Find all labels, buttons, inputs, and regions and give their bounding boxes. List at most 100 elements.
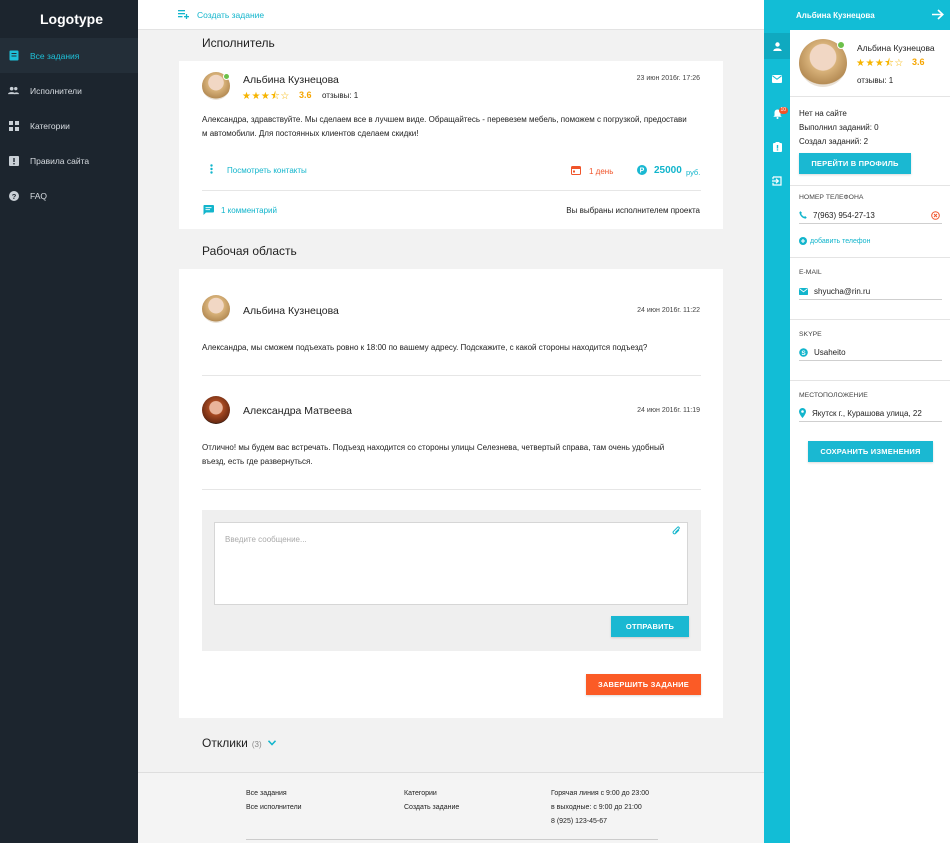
location-label: МЕСТОПОЛОЖЕНИЕ bbox=[799, 392, 868, 399]
divider bbox=[790, 185, 950, 186]
workspace-title: Рабочая область bbox=[202, 244, 297, 258]
phone-field[interactable]: 7(963) 954-27-13 bbox=[799, 207, 942, 224]
message-date: 24 июн 2016г. 11:19 bbox=[637, 407, 700, 414]
divider bbox=[202, 375, 701, 376]
executor-message: Александра, здравствуйте. Мы сделаем все… bbox=[202, 115, 687, 138]
header-user-name: Альбина Кузнецова bbox=[796, 10, 875, 20]
sidebar-item-label: Исполнители bbox=[30, 85, 82, 96]
skype-field[interactable]: S Usaheito bbox=[799, 344, 942, 361]
divider bbox=[790, 257, 950, 258]
comment-icon bbox=[203, 205, 214, 217]
phone-label: НОМЕР ТЕЛЕФОНА bbox=[799, 194, 864, 201]
rating-value: 3.6 bbox=[912, 57, 925, 67]
message-author[interactable]: Александра Матвеева bbox=[243, 405, 352, 417]
grid-icon bbox=[8, 120, 19, 131]
main-content: Создать задание Исполнитель Альбина Кузн… bbox=[138, 0, 764, 843]
responses-count: (3) bbox=[251, 739, 262, 749]
mail-icon bbox=[799, 287, 808, 295]
message-author[interactable]: Альбина Кузнецова bbox=[243, 305, 339, 317]
footer-col-1: Все задания Все исполнители bbox=[246, 787, 302, 815]
divider bbox=[202, 489, 701, 490]
online-indicator bbox=[223, 73, 230, 80]
responses-toggle[interactable]: Отклики (3) bbox=[202, 736, 276, 750]
finish-task-button[interactable]: ЗАВЕРШИТЬ ЗАДАНИЕ bbox=[586, 674, 701, 695]
user-icon[interactable] bbox=[764, 33, 790, 59]
profile-panel: Альбина Кузнецова ★★★⯪☆ 3.6 отзывы: 1 Не… bbox=[790, 30, 950, 843]
comments-link[interactable]: 1 комментарий bbox=[221, 206, 277, 215]
executor-name[interactable]: Альбина Кузнецова bbox=[243, 74, 339, 86]
svg-text:P: P bbox=[640, 168, 645, 175]
arrow-right-icon[interactable] bbox=[932, 9, 944, 22]
sidebar-item-label: FAQ bbox=[30, 190, 48, 201]
skype-icon: S bbox=[799, 347, 808, 357]
footer-link[interactable]: Все задания bbox=[246, 787, 302, 801]
notifications-icon[interactable]: 10 bbox=[764, 101, 790, 127]
footer-phone[interactable]: 8 (925) 123-45-67 bbox=[551, 815, 649, 829]
avatar[interactable] bbox=[202, 396, 230, 424]
skype-value: Usaheito bbox=[814, 347, 846, 357]
svg-text:S: S bbox=[801, 349, 806, 356]
add-circle-icon bbox=[799, 237, 807, 245]
mail-icon[interactable] bbox=[764, 66, 790, 92]
footer-link[interactable]: Создать задание bbox=[404, 801, 459, 815]
add-phone-label: добавить телефон bbox=[810, 237, 871, 245]
chevron-down-icon bbox=[267, 740, 276, 746]
message-text: Александра, мы сможем подъехать ровно к … bbox=[202, 343, 648, 352]
help-icon: ? bbox=[8, 190, 19, 201]
attach-icon[interactable] bbox=[672, 526, 681, 538]
online-status: Нет на сайте bbox=[799, 109, 847, 118]
add-phone-link[interactable]: добавить телефон bbox=[799, 237, 870, 245]
sidebar-item-all-tasks[interactable]: Все задания bbox=[0, 38, 138, 73]
sidebar-item-categories[interactable]: Категории bbox=[0, 108, 138, 143]
footer-link[interactable]: Все исполнители bbox=[246, 801, 302, 815]
avatar[interactable] bbox=[202, 295, 230, 323]
remove-phone-icon[interactable] bbox=[931, 211, 940, 222]
reviews-count[interactable]: отзывы: 1 bbox=[322, 91, 358, 100]
executor-date: 23 июн 2016г. 17:26 bbox=[636, 75, 700, 82]
topbar: Создать задание bbox=[138, 0, 764, 30]
sidebar-item-faq[interactable]: ? FAQ bbox=[0, 178, 138, 213]
profile-icon-strip: 10 bbox=[764, 0, 790, 843]
email-field[interactable]: shyucha@rin.ru bbox=[799, 283, 942, 300]
message-input[interactable] bbox=[214, 522, 688, 605]
reviews-count[interactable]: отзывы: 1 bbox=[857, 76, 893, 85]
message-text: Отлично! мы будем вас встречать. Подъезд… bbox=[202, 443, 665, 466]
sidebar-item-executors[interactable]: Исполнители bbox=[0, 73, 138, 108]
rules-icon bbox=[8, 155, 19, 166]
view-contacts-link[interactable]: Посмотреть контакты bbox=[227, 166, 307, 175]
create-task-link[interactable]: Создать задание bbox=[178, 10, 264, 20]
profile-name: Альбина Кузнецова bbox=[857, 43, 935, 53]
calendar-icon bbox=[571, 165, 581, 177]
completed-tasks: Выполнил заданий: 0 bbox=[799, 123, 879, 132]
go-to-profile-button[interactable]: ПЕРЕЙТИ В ПРОФИЛЬ bbox=[799, 153, 911, 174]
footer-link[interactable]: Категории bbox=[404, 787, 459, 801]
send-button[interactable]: ОТПРАВИТЬ bbox=[611, 616, 689, 637]
location-field[interactable]: Якутск г., Курашова улица, 22 bbox=[799, 405, 942, 422]
footer-divider bbox=[246, 839, 658, 840]
email-label: E-MAIL bbox=[799, 269, 822, 276]
more-vert-icon[interactable] bbox=[210, 164, 213, 176]
message-date: 24 июн 2016г. 11:22 bbox=[637, 307, 700, 314]
save-changes-button[interactable]: СОХРАНИТЬ ИЗМЕНЕНИЯ bbox=[808, 441, 933, 462]
hotline-text: Горячая линия с 9:00 до 23:00 bbox=[551, 790, 650, 797]
people-icon bbox=[8, 85, 19, 96]
divider bbox=[202, 190, 701, 191]
price-icon: P bbox=[637, 165, 647, 177]
tasks-icon bbox=[8, 50, 19, 61]
sidebar-item-label: Правила сайта bbox=[30, 155, 90, 166]
logo[interactable]: Logotype bbox=[0, 0, 138, 38]
phone-icon bbox=[799, 211, 807, 219]
divider bbox=[790, 96, 950, 97]
rating-value: 3.6 bbox=[299, 90, 312, 100]
profile-panel-header: Альбина Кузнецова bbox=[764, 0, 950, 30]
logout-icon[interactable] bbox=[764, 168, 790, 194]
rating-stars: ★★★⯪☆ bbox=[242, 91, 290, 102]
responses-title: Отклики bbox=[202, 736, 248, 750]
add-list-icon bbox=[178, 10, 189, 19]
sidebar-item-label: Все задания bbox=[30, 50, 80, 61]
clipboard-icon[interactable] bbox=[764, 134, 790, 160]
divider bbox=[790, 319, 950, 320]
price-currency: руб. bbox=[686, 168, 701, 177]
rating-stars: ★★★⯪☆ bbox=[856, 58, 904, 69]
sidebar-item-rules[interactable]: Правила сайта bbox=[0, 143, 138, 178]
